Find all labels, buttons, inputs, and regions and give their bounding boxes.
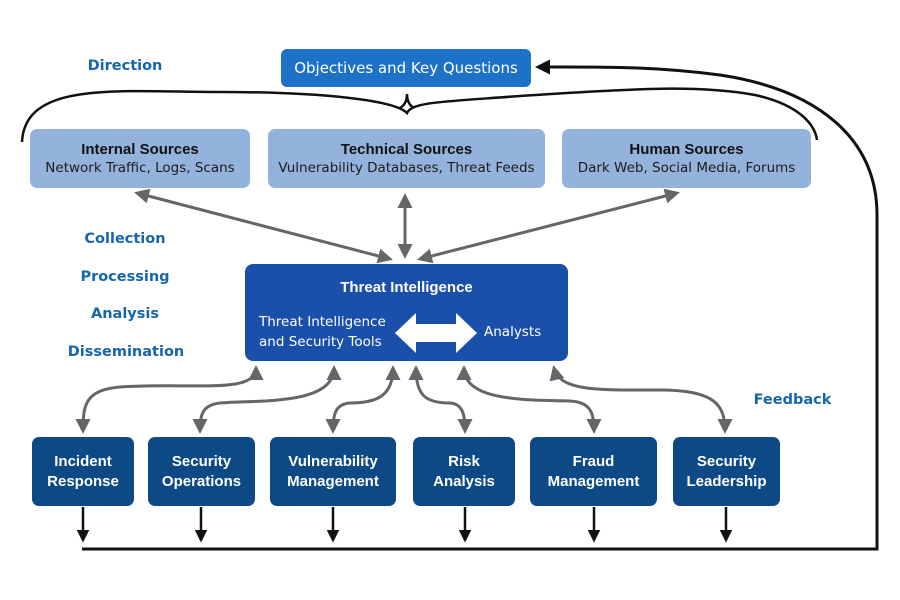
arrow-core-vuln xyxy=(325,365,401,434)
tools-label-line2: and Security Tools xyxy=(259,334,382,350)
source-title: Technical Sources xyxy=(340,140,473,158)
source-title: Human Sources xyxy=(629,140,744,158)
source-box-technical: Technical Sources Vulnerability Database… xyxy=(268,129,545,188)
consumer-security-leadership: Security Leadership xyxy=(673,437,780,506)
direction-brace-tip xyxy=(399,93,415,110)
arrow-core-fraud xyxy=(456,365,602,434)
consumer-line1: Incident xyxy=(54,452,112,470)
consumer-line2: Response xyxy=(47,472,119,490)
consumer-incident-response: Incident Response xyxy=(32,437,134,506)
stage-collection: Collection xyxy=(84,231,166,247)
consumer-line2: Operations xyxy=(161,472,242,490)
double-headed-arrow-icon xyxy=(395,313,477,353)
consumer-line1: Security xyxy=(171,452,232,470)
arrow-core-risk xyxy=(408,365,473,434)
consumer-fraud-management: Fraud Management xyxy=(530,437,657,506)
consumer-line2: Leadership xyxy=(686,472,767,490)
arrow-core-secops xyxy=(192,365,342,434)
consumer-risk-analysis: Risk Analysis xyxy=(413,437,515,506)
consumer-line1: Fraud xyxy=(572,452,615,470)
consumer-line1: Vulnerability xyxy=(288,452,378,470)
consumer-line2: Management xyxy=(287,472,379,490)
source-box-human: Human Sources Dark Web, Social Media, Fo… xyxy=(562,129,811,188)
source-desc: Network Traffic, Logs, Scans xyxy=(45,159,235,176)
stage-dissemination: Dissemination xyxy=(67,344,185,360)
consumer-vulnerability-management: Vulnerability Management xyxy=(270,437,396,506)
arrow-core-incident xyxy=(75,365,264,434)
arrow-core-leadership xyxy=(549,365,733,434)
source-box-internal: Internal Sources Network Traffic, Logs, … xyxy=(30,129,250,188)
analysts-label: Analysts xyxy=(484,324,542,340)
source-desc: Vulnerability Databases, Threat Feeds xyxy=(278,159,535,176)
consumer-security-operations: Security Operations xyxy=(148,437,255,506)
threat-intelligence-title: Threat Intelligence xyxy=(340,279,473,296)
arrow-human-core xyxy=(417,188,680,264)
consumer-line2: Management xyxy=(547,472,640,490)
objectives-box: Objectives and Key Questions xyxy=(281,49,531,87)
stage-analysis: Analysis xyxy=(91,306,159,322)
stage-direction: Direction xyxy=(87,58,163,74)
consumer-line2: Analysis xyxy=(433,472,495,490)
threat-intelligence-box: Threat Intelligence Threat Intelligence … xyxy=(245,264,568,361)
objectives-label: Objectives and Key Questions xyxy=(294,59,518,77)
tools-label: Threat Intelligence and Security Tools xyxy=(259,312,387,352)
source-desc: Dark Web, Social Media, Forums xyxy=(577,159,796,176)
arrow-internal-core xyxy=(134,188,393,264)
consumer-line1: Security xyxy=(696,452,757,470)
source-title: Internal Sources xyxy=(81,140,199,158)
stage-processing: Processing xyxy=(80,269,170,285)
consumer-line1: Risk xyxy=(448,452,480,470)
stage-feedback: Feedback xyxy=(753,392,832,408)
tools-label-line1: Threat Intelligence xyxy=(259,314,386,330)
